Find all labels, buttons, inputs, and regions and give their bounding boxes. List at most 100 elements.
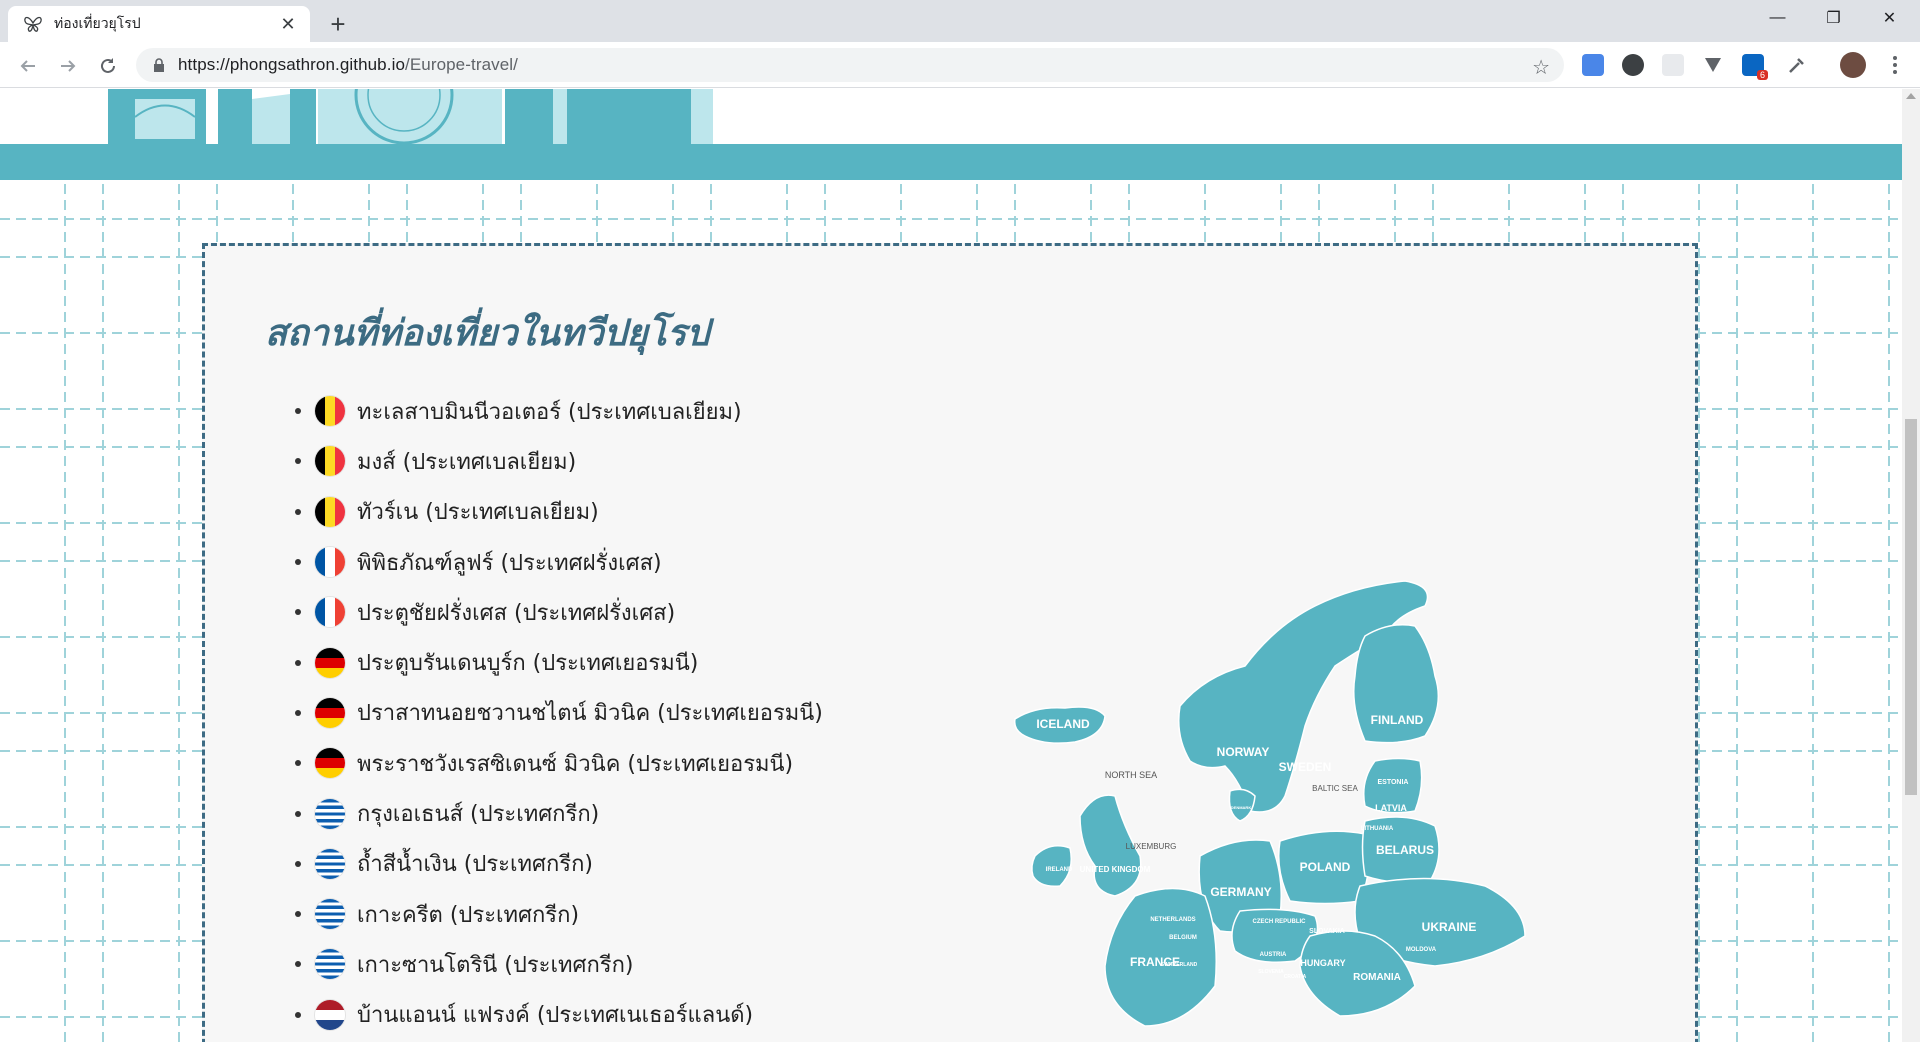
place-list-item: พิพิธภัณฑ์ลูฟร์ (ประเทศฝรั่งเศส) (295, 537, 823, 587)
map-label-iceland: ICELAND (1036, 717, 1090, 731)
map-label-france: FRANCE (1130, 955, 1180, 969)
greece-flag-icon (315, 949, 345, 980)
place-name: ถ้ำสีน้ำเงิน (ประเทศกรีก) (357, 852, 593, 878)
bullet-icon (295, 508, 301, 515)
map-label-finland: FINLAND (1371, 713, 1424, 727)
new-tab-button[interactable]: + (322, 8, 354, 40)
menu-kebab-icon[interactable] (1884, 54, 1906, 76)
reload-icon[interactable] (92, 50, 124, 82)
germany-flag-icon (315, 748, 345, 779)
map-label-estonia: ESTONIA (1378, 779, 1409, 786)
place-name: ทะเลสาบมินนีวอเตอร์ (ประเทศเบลเยียม) (357, 399, 742, 425)
blank-extension-icon[interactable] (1662, 54, 1684, 76)
keep-extension-icon[interactable] (1622, 54, 1644, 76)
place-list-item: ประตูบรันเดนบูร์ก (ประเทศเยอรมนี) (295, 637, 823, 687)
linkedin-extension-icon[interactable]: 6 (1742, 54, 1768, 80)
google-translate-extension-icon[interactable] (1582, 54, 1604, 76)
belgium-flag-icon (315, 446, 345, 477)
bullet-icon (295, 609, 301, 616)
bookmark-star-icon[interactable]: ☆ (1532, 55, 1550, 80)
place-list-item: มงส์ (ประเทศเบลเยียม) (295, 436, 823, 486)
bullet-icon (295, 961, 301, 968)
map-label-ukraine: UKRAINE (1422, 920, 1477, 934)
place-name: ทัวร์เน (ประเทศเบลเยียม) (357, 500, 599, 526)
city-skyline-banner (0, 89, 1902, 145)
belgium-flag-icon (315, 396, 345, 427)
profile-avatar[interactable] (1840, 52, 1866, 78)
map-label-slovenia: SLOVENIA (1258, 969, 1284, 975)
netherlands-flag-icon (315, 999, 345, 1030)
place-name: กรุงเอเธนส์ (ประเทศกรีก) (357, 802, 600, 828)
germany-flag-icon (315, 647, 345, 678)
place-name: เกาะซานโตรินี (ประเทศกรีก) (357, 952, 634, 978)
greece-flag-icon (315, 848, 345, 879)
place-name: พิพิธภัณฑ์ลูฟร์ (ประเทศฝรั่งเศส) (357, 550, 662, 576)
place-name: ปราสาทนอยชวานชไตน์ มิวนิค (ประเทศเยอรมนี… (357, 701, 823, 727)
bullet-icon (295, 760, 301, 767)
map-label-ireland: IRELAND (1046, 867, 1073, 873)
map-label-moldova: MOLDOVA (1406, 947, 1437, 953)
browser-tab-strip: ท่องเที่ยวยุโรป ✕ + — ❐ ✕ (0, 0, 1920, 42)
map-label-romania: ROMANIA (1353, 972, 1401, 983)
greece-flag-icon (315, 798, 345, 829)
places-list: ทะเลสาบมินนีวอเตอร์ (ประเทศเบลเยียม) มงส์… (295, 386, 823, 1040)
teal-divider-band (0, 144, 1902, 180)
minimize-button[interactable]: — (1750, 0, 1805, 36)
place-name: พระราชวังเรสซิเดนซ์ มิวนิค (ประเทศเยอรมน… (357, 751, 794, 777)
place-list-item: บ้านแอนน์ แฟรงค์ (ประเทศเนเธอร์แลนด์) (295, 990, 823, 1040)
place-name: มงส์ (ประเทศเบลเยียม) (357, 449, 577, 475)
v-extension-icon[interactable] (1702, 54, 1724, 76)
place-list-item: ทัวร์เน (ประเทศเบลเยียม) (295, 487, 823, 537)
browser-tab[interactable]: ท่องเที่ยวยุโรป ✕ (8, 6, 310, 42)
bullet-icon (295, 911, 301, 918)
map-label-lithuania: LITHUANIA (1361, 826, 1394, 832)
map-label-austria: AUSTRIA (1260, 952, 1287, 958)
bullet-icon (295, 1011, 301, 1018)
map-label-belarus: BELARUS (1376, 843, 1434, 857)
url-host: https://phongsathron.github.io (178, 55, 405, 74)
linkedin-badge: 6 (1756, 70, 1768, 80)
map-label-germany: GERMANY (1210, 885, 1271, 899)
map-label-netherlands: NETHERLANDS (1150, 917, 1195, 923)
bullet-icon (295, 860, 301, 867)
address-bar[interactable]: https://phongsathron.github.io/Europe-tr… (136, 48, 1564, 82)
places-card: สถานที่ท่องเที่ยวในทวีปยุโรป ทะเลสาบมินน… (202, 243, 1698, 1042)
belgium-flag-icon (315, 496, 345, 527)
tab-close-icon[interactable]: ✕ (278, 14, 298, 34)
map-label-czech: CZECH REPUBLIC (1252, 919, 1306, 925)
section-title: สถานที่ท่องเที่ยวในทวีปยุโรป (265, 312, 710, 354)
tab-title: ท่องเที่ยวยุโรป (54, 15, 141, 31)
place-list-item: พระราชวังเรสซิเดนซ์ มิวนิค (ประเทศเยอรมน… (295, 738, 823, 788)
place-list-item: ประตูชัยฝรั่งเศส (ประเทศฝรั่งเศส) (295, 587, 823, 637)
place-name: ประตูบรันเดนบูร์ก (ประเทศเยอรมนี) (357, 651, 699, 677)
window-close-button[interactable]: ✕ (1862, 0, 1917, 36)
butterfly-favicon-icon (22, 13, 44, 35)
map-label-poland: POLAND (1300, 860, 1351, 874)
map-label-baltic-sea: BALTIC SEA (1312, 784, 1358, 793)
place-list-item: ถ้ำสีน้ำเงิน (ประเทศกรีก) (295, 839, 823, 889)
bullet-icon (295, 709, 301, 716)
browser-toolbar: https://phongsathron.github.io/Europe-tr… (0, 42, 1920, 88)
map-label-north-sea: NORTH SEA (1105, 770, 1157, 780)
map-label-hungary: HUNGARY (1300, 958, 1345, 968)
forward-arrow-icon[interactable] (52, 50, 84, 82)
bullet-icon (295, 810, 301, 817)
europe-map: ICELAND NORWAY SWEDEN FINLAND ESTONIA LA… (1013, 580, 1526, 1027)
eyedropper-extension-icon[interactable] (1786, 54, 1808, 76)
map-label-slovakia: SLOVAKIA (1309, 928, 1345, 935)
map-label-latvia: LATVIA (1375, 803, 1407, 813)
map-label-luxemburg: LUXEMBURG (1126, 842, 1177, 851)
scrollbar-thumb[interactable] (1905, 419, 1917, 795)
place-list-item: เกาะซานโตรินี (ประเทศกรีก) (295, 939, 823, 989)
lock-icon (152, 58, 166, 72)
france-flag-icon (315, 547, 345, 578)
page-scrollbar[interactable] (1902, 89, 1920, 1042)
france-flag-icon (315, 597, 345, 628)
bullet-icon (295, 408, 301, 415)
back-arrow-icon[interactable] (12, 50, 44, 82)
place-name: ประตูชัยฝรั่งเศส (ประเทศฝรั่งเศส) (357, 600, 676, 626)
restore-button[interactable]: ❐ (1806, 0, 1861, 36)
place-list-item: ทะเลสาบมินนีวอเตอร์ (ประเทศเบลเยียม) (295, 386, 823, 436)
scroll-up-arrow-icon[interactable] (1906, 93, 1916, 99)
place-name: เกาะครีต (ประเทศกรีก) (357, 902, 580, 928)
